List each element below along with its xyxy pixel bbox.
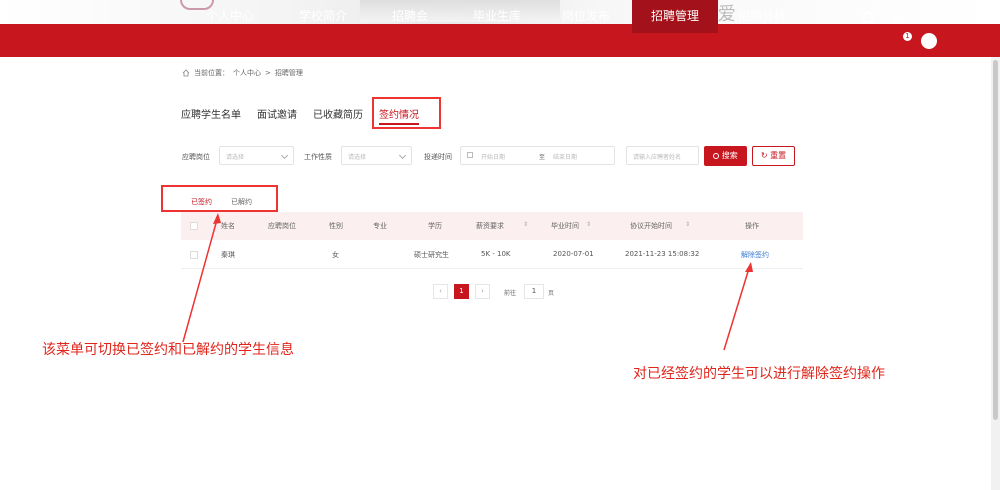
home-icon: [182, 69, 190, 77]
nav-item-personal-center[interactable]: 个人中心: [190, 0, 270, 33]
delivery-time-label: 投递时间: [424, 153, 452, 161]
next-page-button[interactable]: ›: [475, 284, 490, 299]
position-filter-label: 应聘岗位: [182, 153, 210, 161]
nav-item-school-intro[interactable]: 学校简介: [283, 0, 363, 33]
goto-page-input[interactable]: 1: [524, 284, 544, 299]
select-all-checkbox[interactable]: [190, 222, 198, 230]
chevron-down-icon: [280, 151, 289, 160]
cell-agreement-start: 2021-11-23 15:08:32: [625, 250, 700, 258]
job-type-select-placeholder: 请选择: [348, 154, 367, 161]
column-header-graduation[interactable]: 毕业时间: [551, 221, 579, 231]
tab-interview-invites[interactable]: 面试邀请: [257, 106, 297, 125]
column-header-actions: 操作: [745, 222, 759, 230]
notification-badge: 1: [903, 32, 912, 41]
reset-button-label: 重置: [770, 151, 787, 160]
user-avatar[interactable]: [921, 33, 937, 49]
page-button[interactable]: 1: [454, 284, 469, 299]
sort-icon[interactable]: ⇕: [586, 221, 591, 228]
column-header-major: 专业: [373, 222, 387, 230]
sort-icon[interactable]: ⇕: [685, 221, 690, 228]
column-header-position: 应聘岗位: [268, 222, 296, 230]
annotation-arrows: [182, 213, 753, 351]
nav-item-job-fair[interactable]: 招聘会: [370, 0, 450, 33]
cell-education: 硕士研究生: [414, 251, 449, 259]
cell-graduation: 2020-07-01: [553, 250, 594, 258]
search-button-label: 搜索: [721, 151, 738, 160]
prev-page-button[interactable]: ‹: [433, 284, 448, 299]
date-range-picker[interactable]: 开始日期 至 结束日期: [460, 146, 615, 165]
column-header-salary[interactable]: 薪资要求: [476, 221, 504, 231]
nav-item-graduates[interactable]: 毕业生库: [457, 0, 537, 33]
sort-icon[interactable]: ⇕: [523, 221, 528, 228]
goto-label: 前往: [504, 290, 517, 297]
annotation-right-note: 对已经签约的学生可以进行解除签约操作: [633, 366, 885, 382]
row-checkbox[interactable]: [190, 251, 198, 259]
column-header-agreement-start[interactable]: 协议开始时间: [630, 221, 672, 231]
column-header-gender: 性别: [329, 222, 343, 230]
scrollbar-thumb[interactable]: [993, 60, 998, 420]
highlight-box-subtabs: [161, 185, 278, 212]
highlight-box-tab: [372, 97, 441, 129]
nav-item-recruitment-analysis[interactable]: 招聘分析: [722, 0, 802, 33]
keyword-input[interactable]: 请输入应聘者姓名: [626, 146, 699, 165]
nav-item-post-job[interactable]: 岗位发布: [546, 0, 626, 33]
column-header-education: 学历: [428, 222, 442, 230]
annotation-left-note: 该菜单可切换已签约和已解约的学生信息: [42, 342, 294, 358]
search-button[interactable]: 搜索: [704, 146, 747, 166]
position-select-placeholder: 请选择: [226, 154, 245, 161]
start-date-input[interactable]: 开始日期: [481, 152, 531, 161]
cell-gender: 女: [332, 251, 339, 259]
position-select[interactable]: 请选择: [219, 146, 294, 165]
bell-icon[interactable]: [890, 8, 908, 26]
breadcrumb-item[interactable]: 个人中心: [233, 68, 261, 78]
job-type-select[interactable]: 请选择: [341, 146, 412, 165]
terminate-contract-link[interactable]: 解除签约: [741, 250, 769, 260]
job-type-filter-label: 工作性质: [304, 153, 332, 161]
breadcrumb-prefix: 当前位置：: [194, 69, 229, 77]
breadcrumb: 当前位置： 个人中心 > 招聘管理: [182, 68, 303, 78]
home-icon[interactable]: [859, 8, 877, 26]
reset-button[interactable]: ↻ 重置: [752, 146, 795, 166]
cell-name: 秦琪: [221, 251, 235, 259]
search-icon: [713, 152, 720, 159]
goto-suffix: 页: [548, 290, 555, 297]
chevron-down-icon: [398, 151, 407, 160]
nav-item-recruitment-mgmt[interactable]: 招聘管理: [632, 0, 718, 33]
calendar-icon: [467, 152, 473, 158]
tab-saved-resumes[interactable]: 已收藏简历: [313, 106, 363, 125]
end-date-input[interactable]: 结束日期: [553, 152, 577, 161]
breadcrumb-item: 招聘管理: [274, 69, 303, 77]
date-separator: 至: [539, 154, 546, 161]
tab-applicants[interactable]: 应聘学生名单: [181, 106, 241, 125]
row-divider: [181, 268, 803, 269]
refresh-icon: ↻: [760, 151, 768, 160]
breadcrumb-separator: >: [265, 69, 271, 77]
cell-salary: 5K - 10K: [481, 250, 511, 258]
column-header-name: 姓名: [221, 222, 235, 230]
